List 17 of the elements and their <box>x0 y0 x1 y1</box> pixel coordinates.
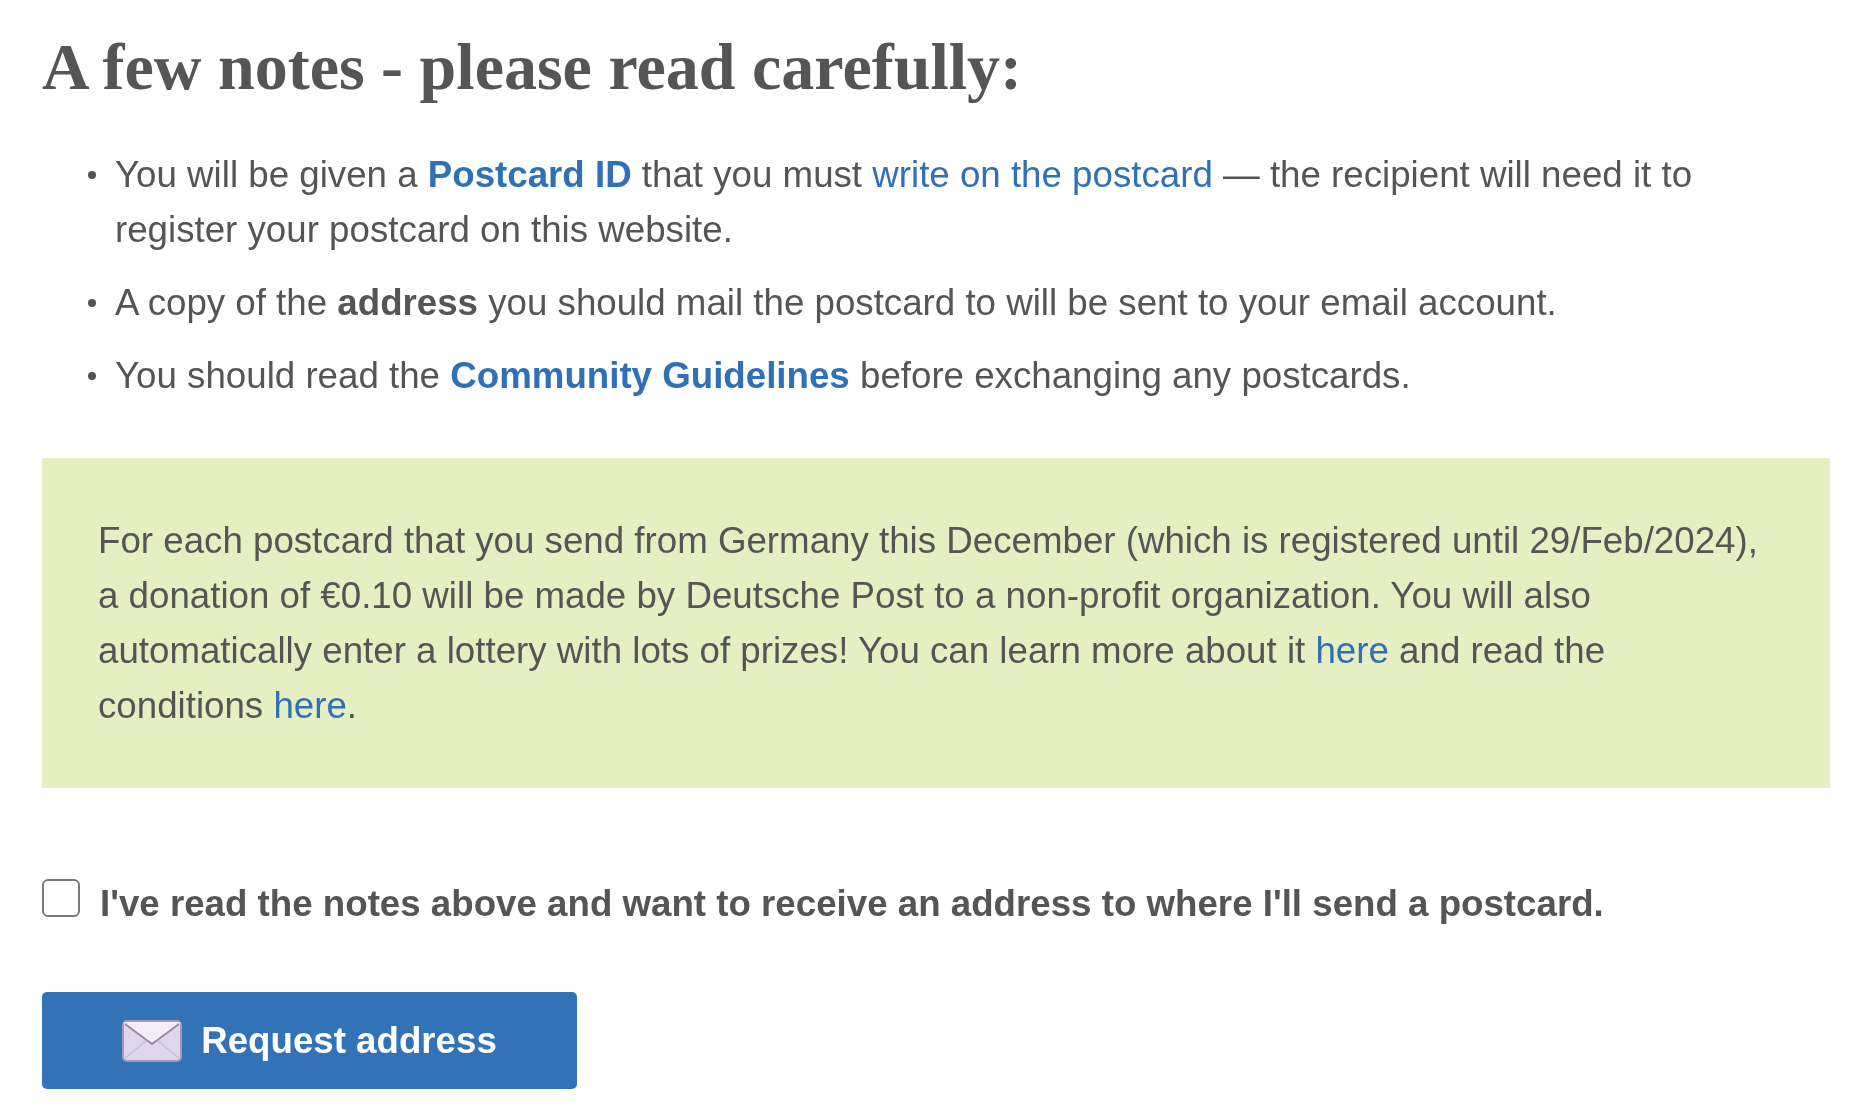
inline-link[interactable]: Community Guidelines <box>450 355 850 396</box>
page-heading: A few notes - please read carefully: <box>42 29 1023 105</box>
inline-link[interactable]: here <box>273 685 347 726</box>
bullet-icon <box>88 298 96 307</box>
notice-text: For each postcard that you send from Germany this December (which is registered until 29/Feb/2024), a donation of €0.10 will be made by Deutsche Post to a non-profit organization. You will also automatically enter a lottery with lots of prizes! You can learn more about it here and read the conditions here. <box>98 519 1759 728</box>
inline-link[interactable]: write on the postcard <box>872 154 1213 195</box>
note-text: You will be given a Postcard ID that you must write on the postcard — the recipient will need it to register your postcard on this website. <box>115 153 1694 252</box>
inline-link[interactable]: Postcard ID <box>427 154 632 195</box>
inline-link[interactable]: here <box>1315 630 1389 671</box>
bullet-icon <box>88 371 96 380</box>
note-text: You should read the Community Guidelines before exchanging any postcards. <box>115 354 1411 398</box>
envelope-icon <box>122 1019 183 1062</box>
request-address-button[interactable]: Request address <box>42 992 577 1089</box>
bullet-icon <box>88 170 96 179</box>
note-text: A copy of the address you should mail the postcard to will be sent to your email account. <box>115 281 1557 325</box>
agreement-label: I've read the notes above and want to receive an address to where I'll send a postcard. <box>100 883 1604 925</box>
agreement-checkbox[interactable] <box>42 879 80 917</box>
